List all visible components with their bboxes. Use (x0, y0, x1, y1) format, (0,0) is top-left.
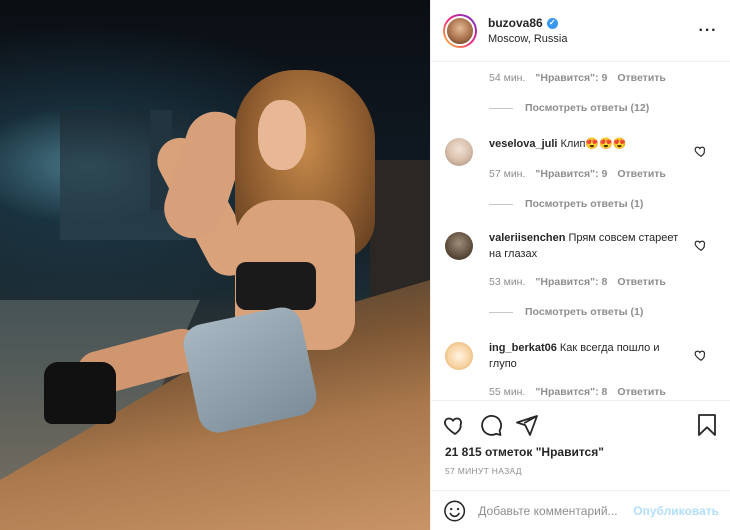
comment-text: Клип😍😍😍 (560, 138, 627, 150)
view-replies-button[interactable]: Посмотреть ответы (12) (489, 102, 649, 114)
comment-time[interactable]: 57 мин. (489, 168, 525, 180)
commenter-avatar[interactable] (445, 232, 473, 260)
comment-likes[interactable]: "Нравится": 8 (535, 386, 607, 398)
reply-button[interactable]: Ответить (617, 276, 666, 288)
view-replies-label: Посмотреть ответы (1) (525, 198, 644, 210)
replies-line (489, 107, 513, 109)
action-icons (443, 413, 719, 437)
comment-meta: 53 мин. "Нравится": 8 Ответить (489, 276, 666, 288)
comment-likes[interactable]: "Нравится": 8 (535, 276, 607, 288)
publish-button[interactable]: Опубликовать (633, 504, 719, 518)
comment-meta: 57 мин. "Нравится": 9 Ответить (489, 168, 666, 180)
more-dots-icon[interactable]: ··· (698, 22, 718, 40)
comment-bubble-icon[interactable] (479, 413, 503, 437)
photo-boot (44, 362, 116, 424)
author-username[interactable]: buzova86 (488, 16, 543, 30)
author-avatar[interactable] (443, 13, 477, 48)
share-paper-plane-icon[interactable] (515, 413, 539, 437)
post-time-ago[interactable]: 57 МИНУТ НАЗАД (445, 466, 522, 476)
post-side-panel: buzova86 ✓ Moscow, Russia ··· 54 мин. "Н… (430, 0, 730, 530)
view-replies-button[interactable]: Посмотреть ответы (1) (489, 198, 643, 210)
comment-like-heart-icon[interactable] (694, 238, 708, 252)
comment-username[interactable]: veselova_juli (489, 138, 558, 150)
view-replies-button[interactable]: Посмотреть ответы (1) (489, 306, 643, 318)
like-heart-icon[interactable] (443, 413, 467, 437)
comment-likes[interactable]: "Нравится": 9 (535, 168, 607, 180)
photo-building (370, 160, 430, 300)
comment-like-heart-icon[interactable] (694, 144, 708, 158)
post-photo[interactable] (0, 0, 430, 530)
replies-line (489, 203, 513, 205)
comment-meta: 54 мин. "Нравится": 9 Ответить (489, 72, 666, 84)
comments-list[interactable]: 54 мин. "Нравится": 9 Ответить Посмотрет… (431, 62, 730, 400)
reply-button[interactable]: Ответить (617, 168, 666, 180)
comment-meta: 55 мин. "Нравится": 8 Ответить (489, 386, 666, 398)
author-info: buzova86 ✓ Moscow, Russia (488, 16, 698, 45)
post-actions: 21 815 отметок "Нравится" 57 МИНУТ НАЗАД… (431, 400, 730, 530)
comment-username[interactable]: ing_berkat06 (489, 342, 557, 354)
add-comment-bar: Опубликовать (431, 490, 730, 530)
reply-button[interactable]: Ответить (617, 72, 666, 84)
verified-badge-icon: ✓ (546, 17, 558, 29)
post-location[interactable]: Moscow, Russia (488, 33, 698, 45)
emoji-smiley-icon[interactable] (443, 499, 466, 523)
commenter-avatar[interactable] (445, 342, 473, 370)
comment-username[interactable]: valeriisenchen (489, 232, 565, 244)
reply-button[interactable]: Ответить (617, 386, 666, 398)
post-header: buzova86 ✓ Moscow, Russia ··· (431, 0, 730, 62)
photo-top (236, 262, 316, 310)
comment-time[interactable]: 53 мин. (489, 276, 525, 288)
view-replies-label: Посмотреть ответы (1) (525, 306, 644, 318)
comment-input[interactable] (478, 504, 634, 518)
photo-face (258, 100, 306, 170)
replies-line (489, 311, 513, 313)
bookmark-icon[interactable] (695, 413, 719, 437)
likes-count[interactable]: 21 815 отметок "Нравится" (445, 445, 604, 459)
commenter-avatar[interactable] (445, 138, 473, 166)
comment-time[interactable]: 55 мин. (489, 386, 525, 398)
comment-likes[interactable]: "Нравится": 9 (535, 72, 607, 84)
comment-like-heart-icon[interactable] (694, 348, 708, 362)
comment-time[interactable]: 54 мин. (489, 72, 525, 84)
view-replies-label: Посмотреть ответы (12) (525, 102, 650, 114)
